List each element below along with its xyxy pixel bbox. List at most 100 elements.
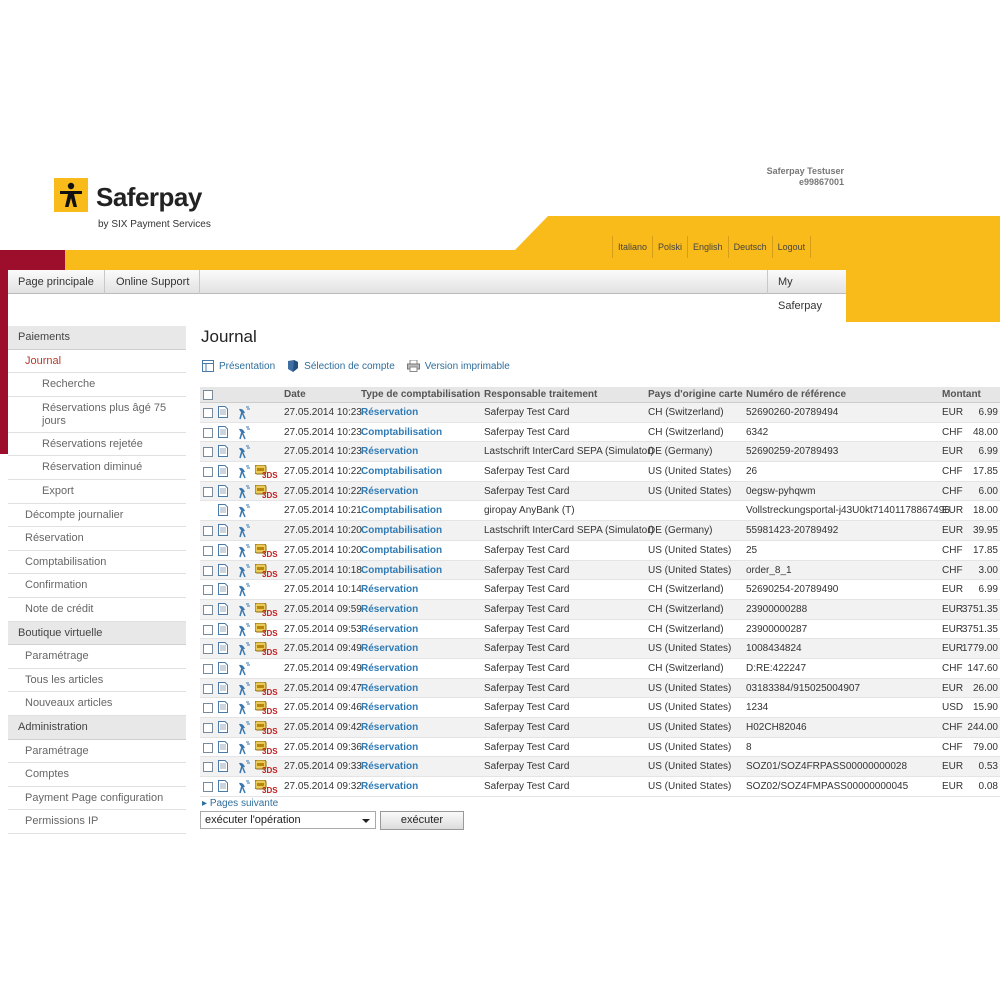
table-row[interactable]: 3DS 27.05.2014 09:36 Réservation Saferpay T… (200, 738, 1000, 758)
column-header-date[interactable]: Date (284, 389, 306, 400)
row-checkbox[interactable] (203, 663, 213, 674)
satellite-dish-icon[interactable] (237, 741, 251, 758)
row-checkbox[interactable] (203, 585, 213, 596)
column-header-responsible[interactable]: Responsable traitement (484, 389, 597, 400)
satellite-dish-icon[interactable] (237, 445, 251, 462)
table-row[interactable]: 3DS 27.05.2014 10:22 Comptabilisation Safer… (200, 462, 1000, 482)
table-row[interactable]: 27.05.2014 10:20 Comptabilisation Lastschr… (200, 521, 1000, 541)
satellite-dish-icon[interactable] (237, 682, 251, 699)
table-row[interactable]: 27.05.2014 10:23 Comptabilisation Saferpay… (200, 423, 1000, 443)
row-type-link[interactable]: Réservation (361, 781, 418, 792)
sidebar-item-ip-permissions[interactable]: Permissions IP (8, 810, 186, 834)
satellite-dish-icon[interactable] (237, 780, 251, 797)
table-row[interactable]: 3DS 27.05.2014 10:22 Réservation Saferpay T… (200, 481, 1000, 502)
document-icon[interactable] (218, 780, 228, 795)
document-icon[interactable] (218, 701, 228, 716)
table-row[interactable]: 27.05.2014 10:21 Comptabilisation giropay … (200, 501, 1000, 522)
row-type-link[interactable]: Réservation (361, 742, 418, 753)
document-icon[interactable] (218, 661, 228, 677)
satellite-dish-icon[interactable] (237, 524, 251, 541)
sidebar-item-all-articles[interactable]: Tous les articles (8, 669, 186, 693)
column-header-amount[interactable]: Montant (942, 389, 981, 400)
row-type-link[interactable]: Réservation (361, 702, 418, 713)
row-checkbox[interactable] (203, 526, 213, 537)
document-icon[interactable] (218, 445, 228, 460)
sidebar-section-administration[interactable]: Administration (8, 715, 186, 740)
document-icon[interactable] (218, 504, 228, 519)
table-row[interactable]: 3DS 27.05.2014 09:32 Réservation Saferpay T… (200, 777, 1000, 797)
lang-deutsch[interactable]: Deutsch (727, 236, 772, 258)
sidebar-item-credit-note[interactable]: Note de crédit (8, 598, 186, 622)
table-row[interactable]: 3DS 27.05.2014 10:20 Comptabilisation Safer… (200, 541, 1000, 561)
satellite-dish-icon[interactable] (237, 544, 251, 561)
sidebar-item-daily-statement[interactable]: Décompte journalier (8, 504, 186, 528)
column-header-country[interactable]: Pays d'origine carte (648, 389, 743, 400)
row-checkbox[interactable] (203, 545, 213, 556)
row-checkbox[interactable] (203, 742, 213, 753)
row-checkbox[interactable] (203, 762, 213, 773)
satellite-dish-icon[interactable] (237, 465, 251, 482)
sidebar-section-shop[interactable]: Boutique virtuelle (8, 621, 186, 646)
row-type-link[interactable]: Réservation (361, 624, 418, 635)
satellite-dish-icon[interactable] (237, 662, 251, 679)
row-type-link[interactable]: Réservation (361, 722, 418, 733)
row-type-link[interactable]: Comptabilisation (361, 545, 442, 556)
account-selection-link[interactable]: Sélection de compte (287, 358, 395, 374)
pages-next-link[interactable]: ▸ Pages suivante (202, 798, 278, 809)
row-type-link[interactable]: Réservation (361, 446, 418, 457)
table-row[interactable]: 27.05.2014 10:23 Réservation Lastschrift I… (200, 442, 1000, 463)
sidebar-item-reduced[interactable]: Réservation diminué (8, 456, 186, 480)
row-checkbox[interactable] (203, 723, 213, 733)
document-icon[interactable] (218, 425, 228, 441)
lang-polski[interactable]: Polski (652, 236, 687, 258)
table-row[interactable]: 3DS 27.05.2014 09:46 Réservation Saferpay T… (200, 698, 1000, 718)
satellite-dish-icon[interactable] (237, 426, 251, 443)
row-checkbox[interactable] (203, 683, 213, 694)
sidebar-item-accounting[interactable]: Comptabilisation (8, 551, 186, 575)
satellite-dish-icon[interactable] (237, 623, 251, 640)
sidebar-item-shop-settings[interactable]: Paramétrage (8, 645, 186, 669)
table-row[interactable]: 3DS 27.05.2014 09:33 Réservation Saferpay T… (200, 757, 1000, 778)
sidebar-item-rejected[interactable]: Réservations rejetée (8, 433, 186, 457)
row-type-link[interactable]: Comptabilisation (361, 466, 442, 477)
document-icon[interactable] (218, 760, 228, 775)
satellite-dish-icon[interactable] (237, 485, 251, 502)
document-icon[interactable] (218, 524, 228, 539)
print-version-link[interactable]: Version imprimable (406, 358, 510, 374)
row-type-link[interactable]: Comptabilisation (361, 427, 442, 438)
lang-italiano[interactable]: Italiano (612, 236, 652, 258)
execute-button[interactable]: exécuter (380, 811, 464, 830)
document-icon[interactable] (218, 622, 228, 638)
presentation-link[interactable]: Présentation (202, 358, 275, 374)
document-icon[interactable] (218, 406, 228, 421)
row-checkbox[interactable] (203, 604, 213, 615)
row-checkbox[interactable] (203, 703, 213, 714)
table-row[interactable]: 3DS 27.05.2014 10:18 Comptabilisation Safer… (200, 560, 1000, 581)
select-all-checkbox[interactable] (203, 390, 213, 400)
row-type-link[interactable]: Réservation (361, 683, 418, 694)
table-row[interactable]: 3DS 27.05.2014 09:42 Réservation Saferpay T… (200, 718, 1000, 738)
sidebar-item-reservation[interactable]: Réservation (8, 527, 186, 551)
table-row[interactable]: 3DS 27.05.2014 09:53 Réservation Saferpay T… (200, 620, 1000, 640)
column-header-type[interactable]: Type de comptabilisation (361, 389, 480, 400)
document-icon[interactable] (218, 465, 228, 480)
document-icon[interactable] (218, 543, 228, 559)
row-type-link[interactable]: Réservation (361, 663, 418, 674)
sidebar-item-search[interactable]: Recherche (8, 373, 186, 397)
operation-select[interactable]: exécuter l'opération (200, 811, 376, 829)
sidebar-item-confirmation[interactable]: Confirmation (8, 574, 186, 598)
satellite-dish-icon[interactable] (237, 406, 251, 423)
row-type-link[interactable]: Réservation (361, 407, 418, 418)
document-icon[interactable] (218, 721, 228, 736)
sidebar-item-payment-page[interactable]: Payment Page configuration (8, 787, 186, 811)
sidebar-item-older-reservations[interactable]: Réservations plus âgé 75 jours (8, 397, 186, 433)
table-row[interactable]: 27.05.2014 10:23 Réservation Saferpay Test… (200, 403, 1000, 423)
row-type-link[interactable]: Réservation (361, 604, 418, 615)
table-row[interactable]: 27.05.2014 10:14 Réservation Saferpay Test… (200, 580, 1000, 600)
table-row[interactable]: 27.05.2014 09:49 Réservation Saferpay Test… (200, 659, 1000, 679)
satellite-dish-icon[interactable] (237, 603, 251, 620)
document-icon[interactable] (218, 642, 228, 657)
column-header-reference[interactable]: Numéro de référence (746, 389, 846, 400)
row-type-link[interactable]: Réservation (361, 643, 418, 654)
row-type-link[interactable]: Réservation (361, 584, 418, 595)
